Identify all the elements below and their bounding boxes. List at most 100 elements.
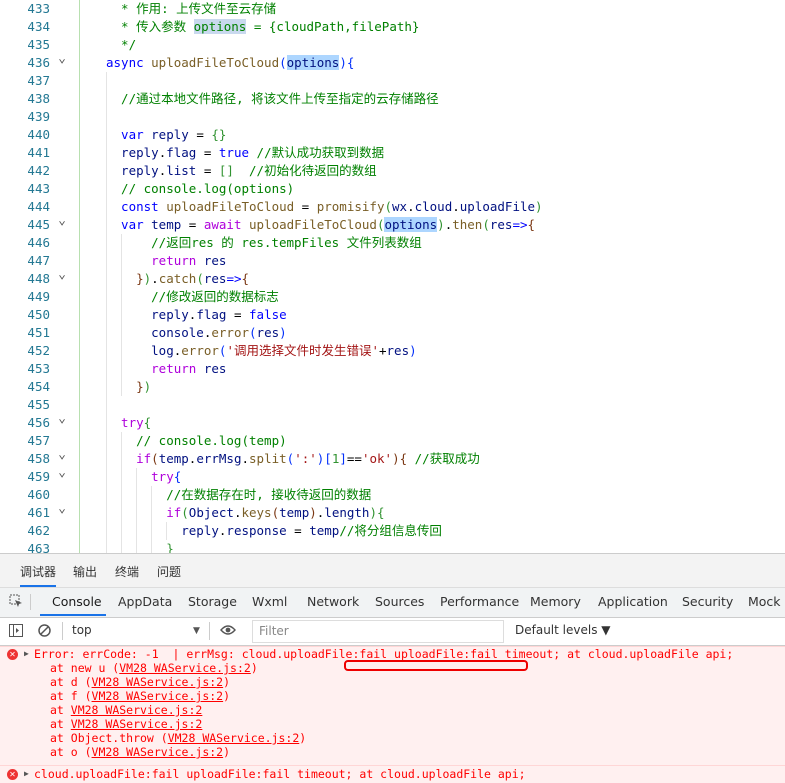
code-line[interactable]: 437 [0,72,785,90]
error-icon: ✕ [7,649,18,660]
code-line[interactable]: 462 reply.response = temp//将分组信息传回 [0,522,785,540]
line-number: 453 [27,361,50,376]
tab-output[interactable]: 输出 [73,563,97,580]
fold-chevron-icon[interactable]: ⌄ [56,212,68,230]
filter-input[interactable]: Filter [252,620,504,643]
code-line[interactable]: 445 ⌄ var temp = await uploadFileToCloud (… [0,213,785,234]
code-line[interactable]: 438 //通过本地文件路径, 将该文件上传至指定的云存储路径 [0,90,785,108]
code-token: = [226,307,250,322]
code-line[interactable]: 458 ⌄ if(temp.errMsg.split(':')[1]=='ok')… [0,447,785,468]
code-token: reply [106,523,219,538]
fold-chevron-icon[interactable]: ⌄ [56,500,68,518]
tab-debugger[interactable]: 调试器 [20,563,57,587]
code-line[interactable]: 448 ⌄ }).catch(res=>{ [0,267,785,288]
code-line[interactable]: 457 // console.log(temp) [0,432,785,450]
code-token: //通过本地文件路径, 将该文件上传至指定的云存储路径 [106,91,439,106]
fold-chevron-icon[interactable]: ⌄ [56,50,68,68]
source-link[interactable]: VM28 WAService.js:2 [92,689,224,703]
code-line[interactable]: 441 reply.flag = true //默认成功获取到数据 [0,144,785,162]
tab-application[interactable]: Application [598,594,668,609]
tab-appdata[interactable]: AppData [118,594,172,609]
tab-storage[interactable]: Storage [188,594,237,609]
code-token: try [106,415,144,430]
code-line[interactable]: 442 reply.list = [] //初始化待返回的数组 [0,162,785,180]
line-number: 437 [27,73,50,88]
code-token: ( [249,325,257,340]
code-text: try{ [106,414,151,432]
clear-console-icon[interactable] [38,624,51,640]
code-token: 'ok' [361,451,393,466]
source-link[interactable]: VM28 WAService.js:2 [119,661,251,675]
fold-chevron-icon[interactable]: ⌄ [56,446,68,464]
source-link[interactable]: VM28 WAService.js:2 [71,703,203,717]
code-token: //初始化待返回的数组 [233,163,377,178]
source-link[interactable]: VM28 WAService.js:2 [71,717,203,731]
code-text: try{ [106,468,181,486]
source-link[interactable]: VM28 WAService.js:2 [92,745,224,759]
code-token: . [452,199,460,214]
code-line[interactable]: 449 //修改返回的数据标志 [0,288,785,306]
tab-performance[interactable]: Performance [440,594,519,609]
context-select[interactable]: top [72,623,92,637]
code-line[interactable]: 460 //在数据存在时, 接收待返回的数据 [0,486,785,504]
code-line[interactable]: 450 reply.flag = false [0,306,785,324]
tab-network[interactable]: Network [307,594,359,609]
code-line[interactable]: 456 ⌄ try{ [0,411,785,432]
tab-memory[interactable]: Memory [530,594,581,609]
code-token: flag [196,307,227,322]
code-editor[interactable]: 433 * 作用: 上传文件至云存储 434 * 传入参数 options = {… [0,0,785,553]
code-line[interactable]: 459 ⌄ try{ [0,465,785,486]
fold-chevron-icon[interactable]: ⌄ [56,266,68,284]
code-line[interactable]: 436 ⌄ async uploadFileToCloud(options){ [0,51,785,72]
code-line[interactable]: 455 [0,396,785,414]
indent-guide [106,396,107,414]
code-line[interactable]: 447 return res [0,252,785,270]
code-line[interactable]: 454 }) [0,378,785,396]
code-text: // console.log(temp) [106,432,287,450]
code-text: */ [106,36,136,54]
tab-sources[interactable]: Sources [375,594,424,609]
line-number: 455 [27,397,50,412]
eye-icon[interactable] [220,624,236,639]
console-error-entry[interactable]: ✕ ▶ cloud.uploadFile:fail uploadFile:fai… [0,765,785,783]
code-line[interactable]: 434 * 传入参数 options = {cloudPath,filePath… [0,18,785,36]
chevron-down-icon[interactable]: ▼ [193,626,200,636]
code-token: //默认成功获取到数据 [249,145,385,160]
fold-chevron-icon[interactable]: ⌄ [56,464,68,482]
code-line[interactable]: 439 [0,108,785,126]
tab-console[interactable]: Console [52,594,102,609]
code-line[interactable]: 446 //返回res 的 res.tempFiles 文件列表数组 [0,234,785,252]
code-line[interactable]: 443 // console.log(options) [0,180,785,198]
code-token: . [407,199,415,214]
code-line[interactable]: 433 * 作用: 上传文件至云存储 [0,0,785,18]
code-line[interactable]: 435 */ [0,36,785,54]
inspect-icon[interactable] [9,594,23,608]
sidebar-toggle-icon[interactable] [9,624,23,640]
code-token: ) [437,217,445,232]
fold-chevron-icon[interactable]: ⌄ [56,410,68,428]
code-line[interactable]: 440 var reply = {} [0,126,785,144]
code-text: console.error(res) [106,324,287,342]
expand-caret-icon[interactable]: ▶ [24,649,29,658]
code-line[interactable]: 451 console.error(res) [0,324,785,342]
code-token: { [173,469,182,484]
source-link[interactable]: VM28 WAService.js:2 [92,675,224,689]
tab-security[interactable]: Security [682,594,733,609]
code-token: var [106,217,152,232]
log-levels-select[interactable]: Default levels ▼ [515,623,611,637]
code-text: reply.flag = false [106,306,287,324]
expand-caret-icon[interactable]: ▶ [24,769,29,778]
tab-wxml[interactable]: Wxml [252,594,287,609]
code-token: console [106,325,204,340]
line-number: 448 [27,271,50,286]
source-link[interactable]: VM28 WAService.js:2 [168,731,300,745]
code-line[interactable]: 461 ⌄ if(Object.keys(temp).length){ [0,501,785,522]
code-line[interactable]: 452 log.error('调用选择文件时发生错误'+res) [0,342,785,360]
tab-problems[interactable]: 问题 [157,563,181,580]
code-line[interactable]: 453 return res [0,360,785,378]
code-line[interactable]: 444 const uploadFileToCloud = promisify(… [0,198,785,216]
tab-terminal[interactable]: 终端 [115,563,139,580]
code-line[interactable]: 463 } [0,540,785,553]
tab-mock[interactable]: Mock [748,594,781,609]
code-token: temp [158,451,189,466]
